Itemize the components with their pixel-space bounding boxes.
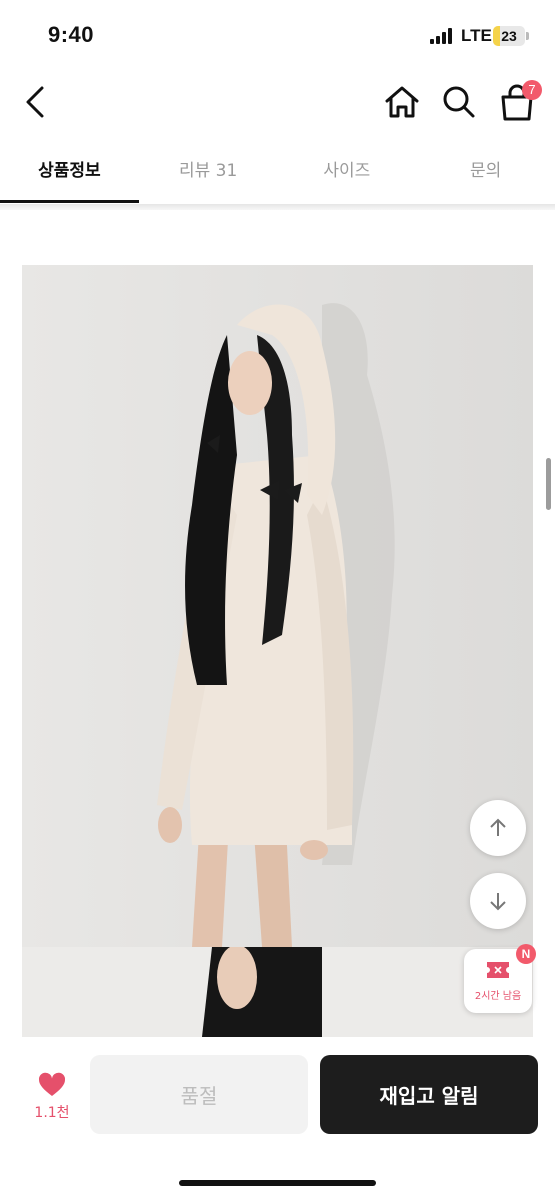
bottom-action-bar: 1.1천 품절 재입고 알림: [0, 1040, 555, 1200]
new-badge: N: [516, 944, 536, 964]
battery-icon: 23: [493, 26, 525, 46]
signal-icon: [430, 28, 454, 44]
chevron-left-icon: [26, 86, 44, 118]
tab-reviews[interactable]: 리뷰 31: [139, 140, 278, 204]
search-button[interactable]: [440, 82, 478, 122]
soldout-button[interactable]: 품절: [90, 1055, 308, 1134]
restock-alert-button[interactable]: 재입고 알림: [320, 1055, 538, 1134]
tabs-divider: [0, 204, 555, 210]
network-type: LTE: [461, 26, 492, 45]
coupon-ticket-icon: [487, 962, 509, 978]
status-time: 9:40: [48, 22, 95, 47]
product-tabs: 상품정보 리뷰 31 사이즈 문의: [0, 140, 555, 204]
home-button[interactable]: [382, 82, 422, 122]
back-button[interactable]: [18, 82, 54, 122]
status-bar: 9:40 LTE 23: [0, 0, 555, 70]
scrollbar-thumb[interactable]: [546, 458, 551, 510]
like-button[interactable]: 1.1천: [22, 1068, 82, 1128]
app-header: 7: [0, 70, 555, 135]
scroll-down-button[interactable]: [470, 873, 526, 929]
heart-icon: [38, 1072, 66, 1096]
arrow-up-icon: [490, 818, 506, 836]
like-count: 1.1천: [34, 1105, 70, 1121]
tab-product-info[interactable]: 상품정보: [0, 140, 139, 204]
battery-cap: [526, 32, 529, 40]
tab-inquiry[interactable]: 문의: [416, 140, 555, 204]
scroll-up-button[interactable]: [470, 800, 526, 856]
arrow-down-icon: [490, 893, 506, 911]
product-photo: [22, 265, 533, 947]
search-icon: [443, 86, 475, 118]
home-indicator: [179, 1180, 376, 1186]
home-icon: [385, 86, 419, 118]
product-photo-2: [22, 947, 533, 1037]
tab-size[interactable]: 사이즈: [278, 140, 417, 204]
cart-count-badge: 7: [522, 80, 542, 100]
cart-button[interactable]: 7: [496, 80, 544, 124]
coupon-time-left: 2시간 남음: [474, 991, 522, 1002]
battery-level: 23: [501, 28, 517, 44]
